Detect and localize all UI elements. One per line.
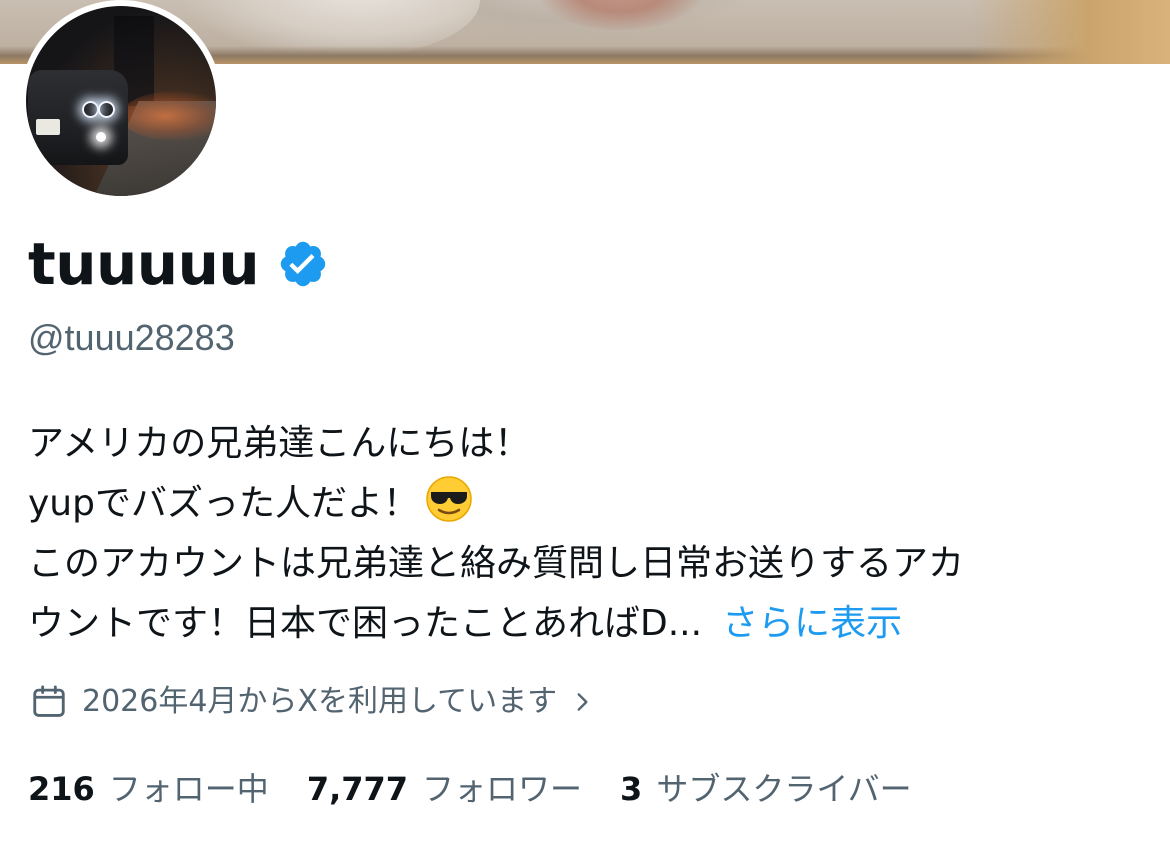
following-count: 216 xyxy=(28,770,95,808)
followers-label: フォロワー xyxy=(422,770,583,808)
avatar[interactable] xyxy=(20,0,222,202)
bio-line: このアカウントは兄弟達と絡み質問し日常お送りするアカ xyxy=(28,543,965,584)
subscribers-count: 3 xyxy=(620,770,643,808)
avatar-car xyxy=(28,70,128,165)
bio-line-last: ウントです！日本で困ったことあればD... さらに表示 xyxy=(28,594,1148,654)
name-row: tuuuuu xyxy=(28,228,329,300)
subscribers-label: サブスクライバー xyxy=(656,770,912,808)
bio: アメリカの兄弟達こんにちは！ yupでバズった人だよ！ このアカウントは兄弟達と… xyxy=(28,414,1148,654)
verified-badge-icon[interactable] xyxy=(277,238,329,290)
handle: @tuuu28283 xyxy=(28,317,235,358)
chevron-right-icon xyxy=(577,693,588,711)
display-name: tuuuuu xyxy=(28,230,260,298)
sunglasses-emoji-icon xyxy=(426,476,472,522)
bio-line: ウントです！日本で困ったことあればD... xyxy=(28,603,703,644)
following-stat[interactable]: 216 フォロー中 xyxy=(28,766,269,812)
followers-count: 7,777 xyxy=(306,770,409,808)
subscribers-stat[interactable]: 3 サブスクライバー xyxy=(620,766,912,812)
banner-wood xyxy=(970,0,1170,64)
calendar-icon xyxy=(33,685,65,717)
show-more-link[interactable]: さらに表示 xyxy=(722,603,902,644)
followers-stat[interactable]: 7,777 フォロワー xyxy=(307,766,582,812)
bio-line: yupでバズった人だよ！ xyxy=(28,483,419,524)
avatar-image xyxy=(26,6,216,196)
following-label: フォロー中 xyxy=(108,770,269,808)
joined-date-text: 2026年4月からXを利用しています xyxy=(82,684,558,719)
profile-stats: 216 フォロー中 7,777 フォロワー 3 サブスクライバー xyxy=(28,766,950,812)
joined-date-row[interactable]: 2026年4月からXを利用しています xyxy=(30,680,595,724)
bio-line-with-emoji: yupでバズった人だよ！ xyxy=(28,474,1148,534)
banner-cat-nose xyxy=(540,0,700,30)
bio-line: アメリカの兄弟達こんにちは！ xyxy=(28,423,531,464)
